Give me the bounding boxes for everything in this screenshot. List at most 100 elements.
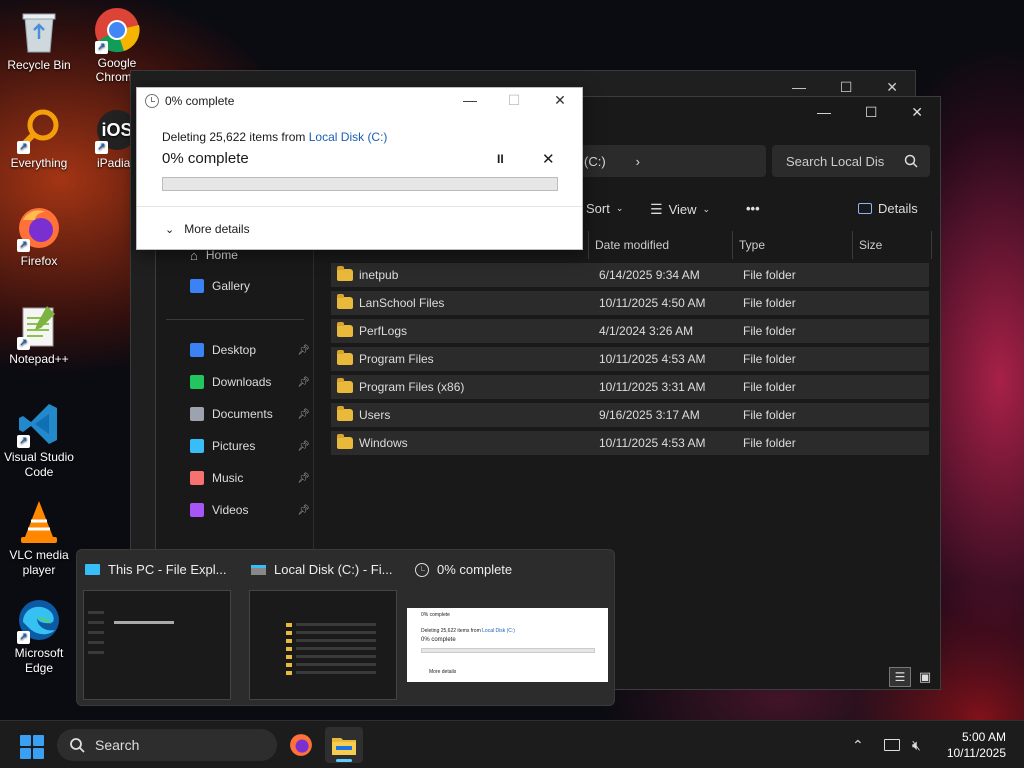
sidebar-item-desktop[interactable]: Desktop 📌︎ bbox=[190, 340, 310, 360]
desktop-icon-vlc[interactable]: VLC media player bbox=[0, 498, 78, 578]
file-date: 4/1/2024 3:26 AM bbox=[599, 324, 694, 338]
thumbnail-local-disk[interactable]: Local Disk (C:) - Fi... bbox=[243, 550, 409, 707]
pin-icon[interactable]: 📌︎ bbox=[297, 505, 310, 516]
firefox-icon bbox=[290, 734, 312, 756]
file-date: 10/11/2025 4:53 AM bbox=[599, 436, 706, 450]
start-button[interactable] bbox=[20, 735, 44, 759]
shortcut-arrow-icon: ↗ bbox=[17, 141, 30, 154]
close-icon[interactable]: ✕ bbox=[549, 92, 571, 109]
details-pane-icon bbox=[858, 203, 872, 214]
address-segment[interactable]: (C:) bbox=[584, 154, 606, 169]
desktop-icon-recycle-bin[interactable]: Recycle Bin bbox=[0, 8, 78, 73]
drive-icon bbox=[251, 564, 266, 575]
column-size[interactable]: Size bbox=[852, 231, 932, 259]
clock-icon bbox=[415, 562, 429, 577]
pictures-icon bbox=[190, 439, 204, 453]
file-type: File folder bbox=[743, 380, 796, 394]
details-view-icon[interactable]: ☰ bbox=[889, 667, 911, 687]
desktop-icon-everything[interactable]: ↗ Everything bbox=[0, 106, 78, 171]
folder-icon bbox=[337, 322, 353, 337]
documents-icon bbox=[190, 407, 204, 421]
file-row[interactable]: PerfLogs 4/1/2024 3:26 AM File folder bbox=[331, 319, 929, 343]
desktop-icon-notepadpp[interactable]: ↗ Notepad++ bbox=[0, 302, 78, 367]
pin-icon[interactable]: 📌︎ bbox=[297, 473, 310, 484]
cancel-icon[interactable]: ✕ bbox=[542, 150, 555, 168]
taskbar-firefox[interactable] bbox=[282, 727, 320, 763]
sidebar-item-pictures[interactable]: Pictures 📌︎ bbox=[190, 436, 310, 456]
thumbnail-progress-dialog[interactable]: 0% complete 0% complete Deleting 25,622 … bbox=[407, 550, 612, 707]
volume-muted-icon[interactable]: 🔇︎ bbox=[912, 721, 921, 768]
file-name: inetpub bbox=[359, 268, 399, 282]
file-row[interactable]: inetpub 6/14/2025 9:34 AM File folder bbox=[331, 263, 929, 287]
taskbar-file-explorer[interactable] bbox=[325, 727, 363, 763]
shortcut-arrow-icon: ↗ bbox=[17, 337, 30, 350]
close-icon[interactable]: ✕ bbox=[911, 104, 923, 121]
file-date: 10/11/2025 4:50 AM bbox=[599, 296, 706, 310]
shortcut-arrow-icon: ↗ bbox=[95, 41, 108, 54]
folder-icon bbox=[337, 406, 353, 421]
minimize-icon[interactable]: — bbox=[817, 104, 831, 120]
search-icon bbox=[70, 738, 85, 753]
address-bar[interactable]: (C:) › bbox=[576, 145, 766, 177]
thumbnail-this-pc[interactable]: This PC - File Expl... bbox=[77, 550, 243, 707]
progress-bar bbox=[162, 177, 558, 191]
maximize-icon[interactable]: ☐ bbox=[840, 79, 853, 96]
sidebar-item-documents[interactable]: Documents 📌︎ bbox=[190, 404, 310, 424]
dialog-divider bbox=[137, 206, 582, 207]
file-name: Users bbox=[359, 408, 391, 422]
minimize-icon[interactable]: — bbox=[459, 92, 481, 108]
network-icon[interactable] bbox=[884, 721, 900, 768]
pin-icon[interactable]: 📌︎ bbox=[297, 441, 310, 452]
folder-icon bbox=[337, 294, 353, 309]
shortcut-arrow-icon: ↗ bbox=[17, 435, 30, 448]
clock-icon bbox=[145, 94, 159, 108]
file-name: Windows bbox=[359, 436, 408, 450]
downloads-icon bbox=[190, 375, 204, 389]
maximize-icon[interactable]: ☐ bbox=[865, 104, 878, 121]
sidebar-item-music[interactable]: Music 📌︎ bbox=[190, 468, 310, 488]
pin-icon[interactable]: 📌︎ bbox=[297, 377, 310, 388]
vlc-icon bbox=[15, 498, 63, 546]
file-row[interactable]: Program Files 10/11/2025 4:53 AM File fold… bbox=[331, 347, 929, 371]
file-row[interactable]: LanSchool Files 10/11/2025 4:50 AM File fo… bbox=[331, 291, 929, 315]
sidebar-item-gallery[interactable]: Gallery bbox=[190, 276, 310, 296]
taskbar-thumbnail-flyout: This PC - File Expl... Local Disk (C:) -… bbox=[76, 549, 615, 706]
column-date-modified[interactable]: Date modified bbox=[588, 231, 732, 259]
percent-complete: 0% complete bbox=[162, 150, 249, 167]
file-row[interactable]: Windows 10/11/2025 4:53 AM File folder bbox=[331, 431, 929, 455]
shortcut-arrow-icon: ↗ bbox=[95, 141, 108, 154]
folder-icon bbox=[337, 350, 353, 365]
minimize-icon[interactable]: — bbox=[792, 79, 806, 95]
videos-icon bbox=[190, 503, 204, 517]
source-link[interactable]: Local Disk (C:) bbox=[309, 130, 388, 144]
operation-description: Deleting 25,622 items from Local Disk (C… bbox=[162, 130, 388, 144]
system-clock[interactable]: 5:00 AM 10/11/2025 bbox=[947, 729, 1006, 761]
sidebar-item-videos[interactable]: Videos 📌︎ bbox=[190, 500, 310, 520]
taskbar-search[interactable]: Search bbox=[57, 729, 277, 761]
chevron-right-icon[interactable]: › bbox=[636, 154, 640, 169]
sidebar-divider bbox=[166, 319, 304, 320]
pause-icon[interactable]: II bbox=[497, 152, 504, 166]
sidebar-item-downloads[interactable]: Downloads 📌︎ bbox=[190, 372, 310, 392]
large-icons-view-icon[interactable]: ▣ bbox=[914, 667, 936, 687]
thumbnail-preview bbox=[249, 590, 397, 700]
delete-progress-dialog[interactable]: 0% complete — ☐ ✕ Deleting 25,622 items … bbox=[136, 87, 583, 250]
search-input[interactable]: Search Local Dis bbox=[772, 145, 930, 177]
details-pane-button[interactable]: Details bbox=[858, 201, 918, 216]
file-row[interactable]: Users 9/16/2025 3:17 AM File folder bbox=[331, 403, 929, 427]
sort-button[interactable]: Sort ⌄ bbox=[586, 201, 623, 216]
desktop-icon-vscode[interactable]: ↗ Visual Studio Code bbox=[0, 400, 78, 480]
desktop-icon-edge[interactable]: ↗ Microsoft Edge bbox=[0, 596, 78, 676]
column-type[interactable]: Type bbox=[732, 231, 850, 259]
pin-icon[interactable]: 📌︎ bbox=[297, 409, 310, 420]
show-hidden-icons[interactable]: ⌃ bbox=[852, 721, 864, 768]
pin-icon[interactable]: 📌︎ bbox=[297, 345, 310, 356]
file-row[interactable]: Program Files (x86) 10/11/2025 3:31 AM Fil… bbox=[331, 375, 929, 399]
everything-icon: ↗ bbox=[15, 106, 63, 154]
more-options-button[interactable]: ••• bbox=[746, 201, 760, 216]
more-details-button[interactable]: ⌄ More details bbox=[165, 222, 250, 236]
desktop-icon-firefox[interactable]: ↗ Firefox bbox=[0, 204, 78, 269]
view-button[interactable]: ☰ View ⌄ bbox=[650, 201, 710, 218]
close-icon[interactable]: ✕ bbox=[886, 79, 898, 96]
monitor-icon bbox=[85, 564, 100, 575]
